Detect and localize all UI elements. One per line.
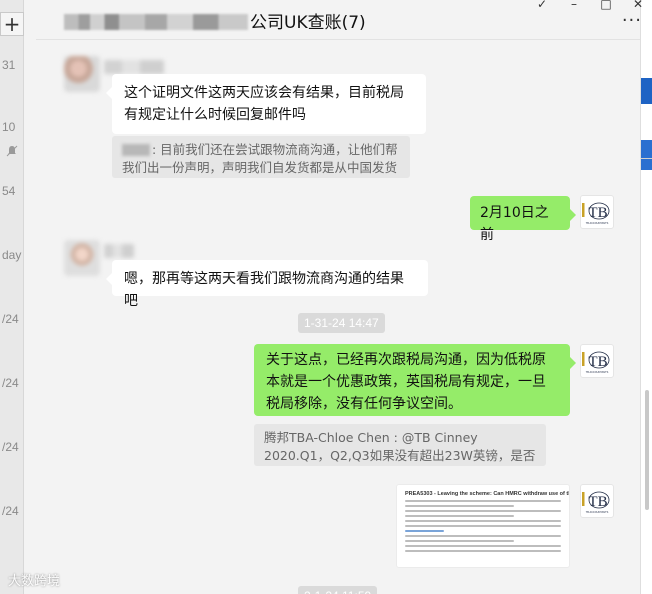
sender-name-redacted	[104, 244, 134, 258]
divider	[641, 158, 652, 159]
document-line	[405, 535, 561, 537]
background-window-edge	[640, 0, 652, 594]
chat-title: 公司UK查账(7)	[64, 8, 366, 33]
document-line	[405, 550, 561, 552]
document-line	[405, 510, 561, 512]
document-line	[405, 520, 561, 522]
quoted-message-text: : 目前我们还在尝试跟物流商沟通，让他们帮我们出一份声明，声明我们自发货都是从中…	[122, 142, 398, 175]
document-line	[405, 500, 561, 502]
chat-list-sidebar: + 31 10 54 day /24 /24 /24 /24	[0, 0, 24, 594]
message-bubble-outgoing[interactable]: 2月10日之前	[470, 196, 576, 243]
background-window-tab	[641, 140, 652, 170]
minimize-button[interactable]: –	[568, 0, 580, 10]
file-preview-card[interactable]: PREA5303 - Leaving the scheme: Can HMRC …	[396, 484, 570, 568]
sender-name-redacted	[104, 60, 164, 74]
chat-title-text: 公司UK查账(7)	[250, 13, 366, 33]
watermark: 大数跨境	[8, 574, 61, 589]
document-line	[405, 515, 515, 517]
redacted-name	[64, 14, 248, 30]
quoted-message[interactable]: : 目前我们还在尝试跟物流商沟通，让他们帮我们出一份声明，声明我们自发货都是从中…	[112, 136, 410, 178]
timestamp: 2-1-24 11:59	[298, 586, 378, 594]
timestamp: 1-31-24 14:47	[298, 313, 385, 333]
tb-logo-avatar[interactable]: TB TB ACCOUNTANTS	[580, 195, 614, 229]
background-window-tab	[641, 78, 652, 104]
chat-list-time: /24	[2, 440, 19, 454]
chat-list-time: 10	[2, 120, 16, 134]
document-title: PREA5303 - Leaving the scheme: Can HMRC …	[405, 491, 569, 497]
more-options-icon[interactable]: ···	[622, 12, 642, 30]
logo-subtext: TB ACCOUNTANTS	[586, 222, 609, 225]
maximize-button[interactable]: □	[600, 0, 612, 10]
pin-icon[interactable]: ✓	[536, 0, 548, 10]
logo-subtext: TB ACCOUNTANTS	[586, 511, 609, 514]
mute-bell-icon	[6, 144, 18, 162]
chat-list-time: day	[2, 248, 22, 262]
document-line	[405, 525, 561, 527]
new-chat-button[interactable]: +	[0, 12, 24, 36]
document-line	[405, 505, 515, 507]
message-bubble-incoming[interactable]: 这个证明文件这两天应该会有结果，目前税局有规定让什么时候回复邮件吗	[106, 74, 426, 134]
logo-subtext: TB ACCOUNTANTS	[586, 371, 609, 374]
tb-logo-avatar[interactable]: TB TB ACCOUNTANTS	[580, 484, 614, 518]
message-bubble-incoming[interactable]: 嗯，那再等这两天看我们跟物流商沟通的结果吧	[106, 260, 428, 309]
chat-list-time: 31	[2, 58, 16, 72]
avatar[interactable]	[64, 56, 100, 92]
tb-logo-avatar[interactable]: TB TB ACCOUNTANTS	[580, 344, 614, 378]
window-controls: ✓ – □ ✕	[536, 0, 644, 10]
chat-list-time: /24	[2, 376, 19, 390]
chat-list-time: /24	[2, 312, 19, 326]
message-bubble-outgoing[interactable]: 关于这点，已经再次跟税局沟通，因为低税原本就是一个优惠政策，英国税局有规定，一旦…	[254, 344, 576, 416]
chat-list-time: /24	[2, 504, 19, 518]
document-link-line	[405, 530, 444, 532]
quoted-message[interactable]: 腾邦TBA-Chloe Chen : @TB Cinney 2020.Q1，Q2…	[254, 424, 546, 466]
scrollbar[interactable]	[645, 390, 649, 510]
redacted-name	[122, 144, 150, 156]
close-button[interactable]: ✕	[632, 0, 644, 10]
avatar[interactable]	[64, 240, 100, 276]
chat-list-time: 54	[2, 184, 16, 198]
document-line	[405, 540, 515, 542]
document-line	[405, 545, 561, 547]
